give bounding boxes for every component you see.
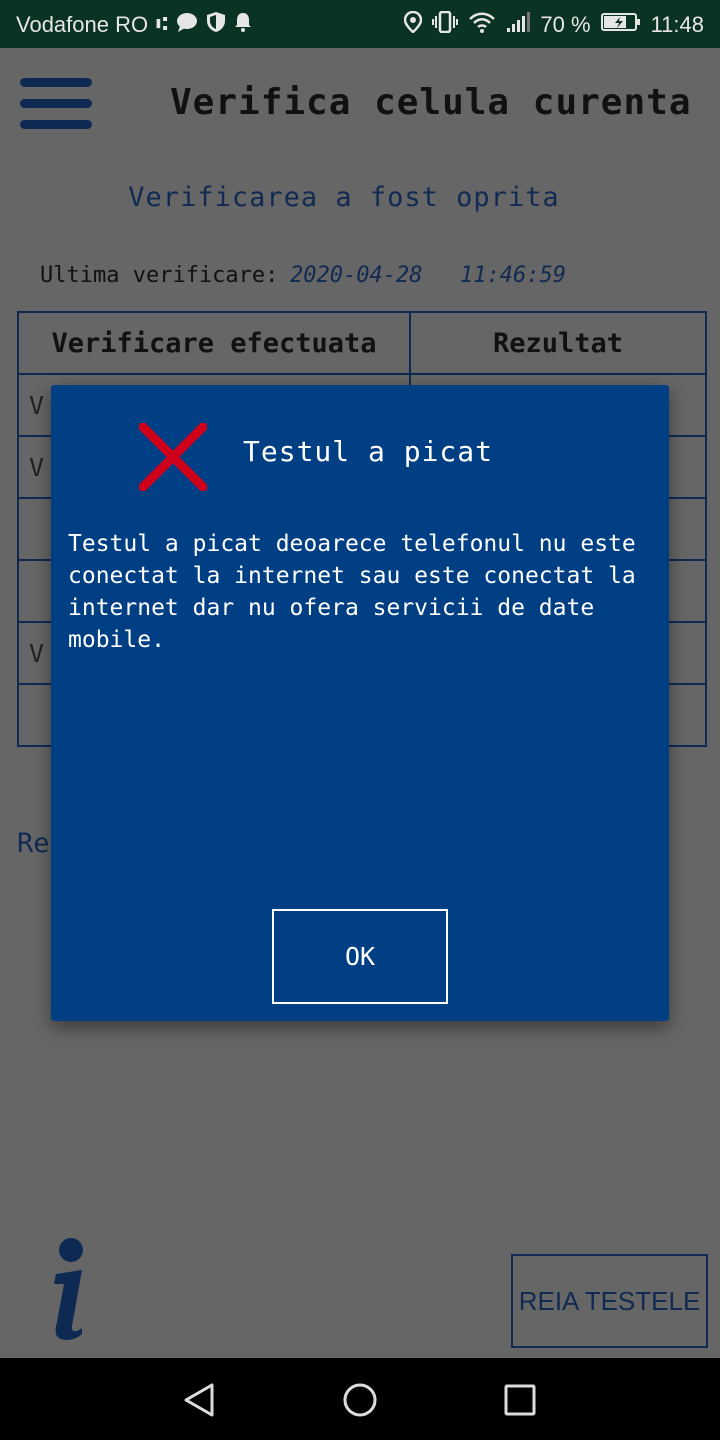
status-bar: Vodafone RO ⑆ 70 % 11:48 [0,0,720,48]
home-icon[interactable] [342,1382,378,1418]
battery-percent: 70 % [540,12,591,37]
retry-tests-button[interactable]: REIA TESTELE [511,1254,708,1348]
fail-x-icon [136,420,210,494]
signal-icon [506,11,531,39]
vibrate-icon [432,10,459,39]
recents-icon[interactable] [502,1382,538,1418]
verification-status: Verificarea a fost oprita [128,182,560,213]
page-title: Verifica celula curenta [170,82,692,123]
wifi-icon [468,11,496,39]
last-check-date: 2020-04-28 [290,263,423,288]
system-nav-bar [0,1358,720,1440]
battery-icon [600,12,641,38]
last-check-time: 11:46:59 [460,263,566,288]
partial-section-label: Re [17,828,50,859]
carrier-name: Vodafone RO [16,12,149,37]
dialog-title: Testul a picat [243,435,494,468]
location-icon [404,10,423,39]
dialog-message: Testul a picat deoarece telefonul nu est… [68,531,636,653]
hamburger-menu-icon[interactable] [20,78,92,130]
usb-icon: ⑆ [156,14,168,35]
ok-button[interactable]: OK [272,909,448,1004]
info-icon[interactable] [44,1238,94,1348]
back-icon[interactable] [182,1382,218,1418]
test-failed-dialog: Testul a picat Testul a picat deoarece t… [51,385,669,1021]
shield-icon [206,11,226,39]
column-header: Verificare efectuata [17,311,411,375]
bell-icon [234,12,252,38]
chat-icon [176,12,198,38]
last-check-label: Ultima verificare: [40,263,279,288]
column-header: Rezultat [409,311,707,375]
clock: 11:48 [650,12,704,37]
table-header-row: Verificare efectuata Rezultat [17,311,707,375]
